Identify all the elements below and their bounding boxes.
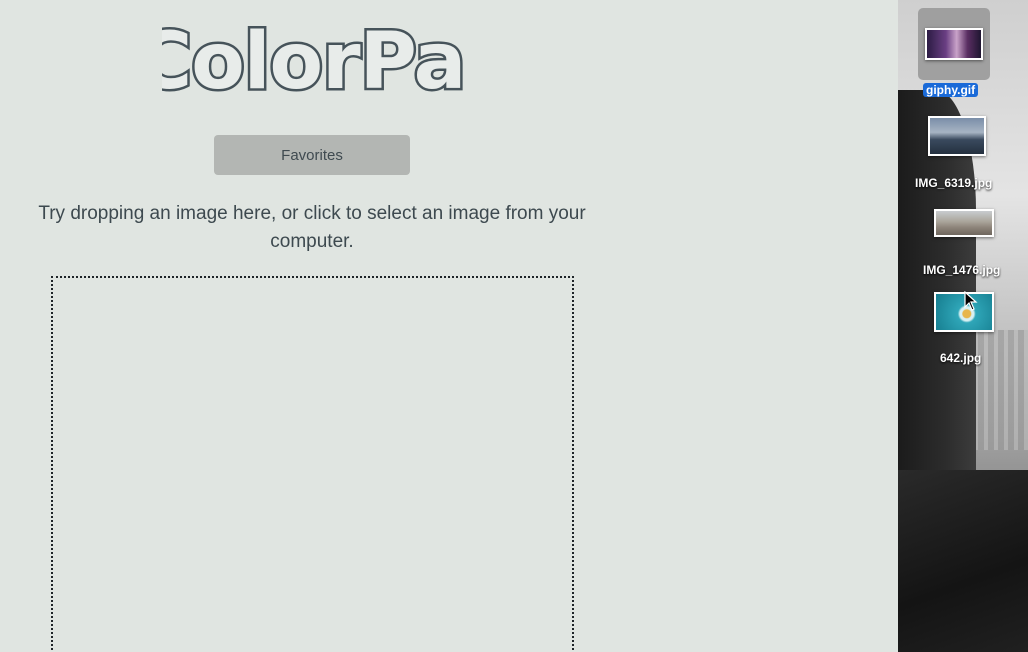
colorpal-app: ColorPal Favorites Try dropping an image… [0,0,898,652]
giphy-thumbnail[interactable] [925,28,983,60]
img-6319-thumbnail[interactable] [928,116,986,156]
file-label-642[interactable]: 642.jpg [940,351,981,365]
file-label-giphy[interactable]: giphy.gif [923,83,979,97]
image-dropzone[interactable] [51,276,574,652]
file-label-img-6319[interactable]: IMG_6319.jpg [915,176,992,190]
desktop-background: giphy.gif IMG_6319.jpg IMG_1476.jpg 642.… [898,0,1028,652]
favorites-button[interactable]: Favorites [214,135,410,175]
wallpaper-buildings [968,330,1028,450]
wallpaper-ledge [898,470,1028,652]
file-label-img-1476[interactable]: IMG_1476.jpg [923,263,1000,277]
colorpal-logo: ColorPal [162,8,464,101]
logo-wordmark: ColorPal [162,15,464,101]
img-1476-thumbnail[interactable] [934,209,994,237]
logo-text: ColorPal [162,17,464,100]
drop-instructions: Try dropping an image here, or click to … [38,203,586,252]
arrow-pointer-icon [964,291,978,311]
